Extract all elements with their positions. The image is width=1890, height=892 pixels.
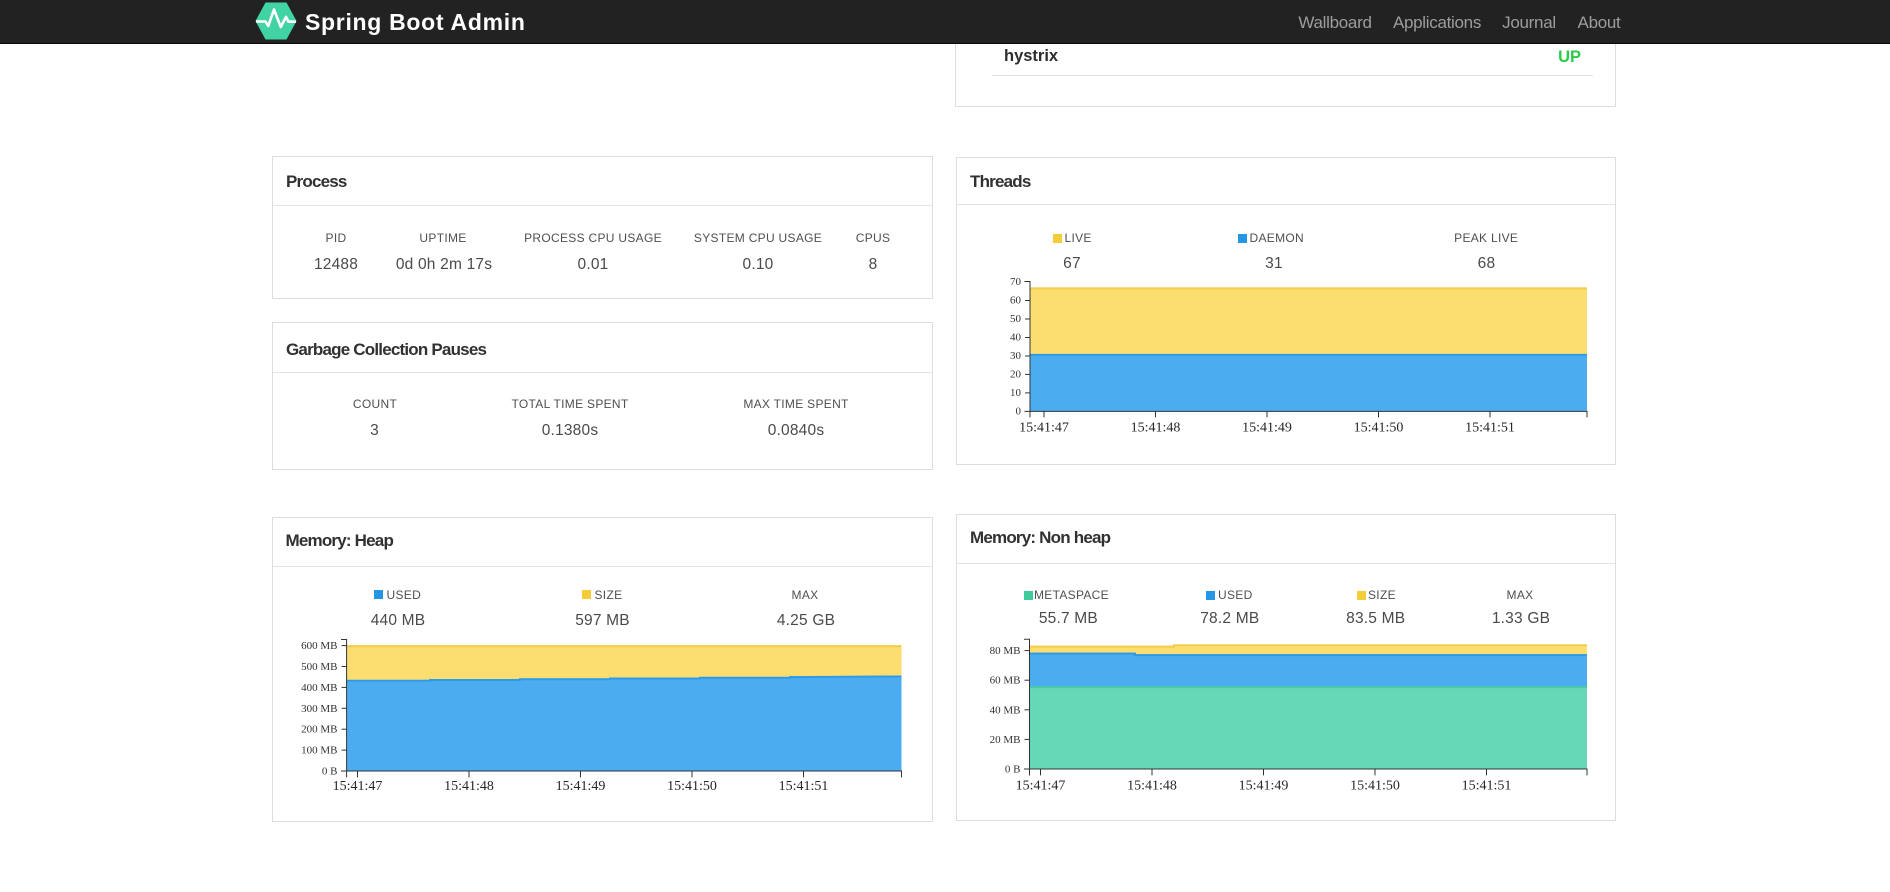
svg-text:15:41:51: 15:41:51 <box>1462 779 1512 794</box>
svg-text:40 MB: 40 MB <box>990 704 1021 716</box>
svg-text:40: 40 <box>1010 332 1022 344</box>
svg-text:15:41:48: 15:41:48 <box>1131 421 1181 436</box>
svg-text:50: 50 <box>1010 313 1022 325</box>
svg-text:15:41:47: 15:41:47 <box>1016 779 1066 794</box>
svg-text:15:41:49: 15:41:49 <box>1239 779 1289 794</box>
svg-text:15:41:48: 15:41:48 <box>1127 779 1177 794</box>
svg-text:15:41:51: 15:41:51 <box>779 779 829 794</box>
svg-text:600 MB: 600 MB <box>301 640 337 652</box>
svg-text:20 MB: 20 MB <box>990 734 1021 746</box>
svg-text:15:41:51: 15:41:51 <box>1465 421 1515 436</box>
svg-text:300 MB: 300 MB <box>301 703 337 715</box>
svg-text:60 MB: 60 MB <box>990 675 1021 687</box>
svg-text:15:41:47: 15:41:47 <box>1019 421 1069 436</box>
svg-text:100 MB: 100 MB <box>301 745 337 757</box>
svg-text:0 B: 0 B <box>1005 764 1021 776</box>
svg-text:0: 0 <box>1016 405 1022 417</box>
svg-text:20: 20 <box>1010 368 1022 380</box>
svg-text:400 MB: 400 MB <box>301 682 337 694</box>
svg-text:80 MB: 80 MB <box>990 645 1021 657</box>
svg-text:15:41:49: 15:41:49 <box>556 779 606 794</box>
svg-text:15:41:50: 15:41:50 <box>1350 779 1400 794</box>
svg-text:15:41:47: 15:41:47 <box>333 779 383 794</box>
svg-text:200 MB: 200 MB <box>301 724 337 736</box>
svg-text:70: 70 <box>1010 276 1022 288</box>
svg-text:30: 30 <box>1010 350 1022 362</box>
svg-text:10: 10 <box>1010 387 1022 399</box>
svg-text:15:41:49: 15:41:49 <box>1242 421 1292 436</box>
svg-text:0 B: 0 B <box>322 766 338 778</box>
svg-text:15:41:50: 15:41:50 <box>1354 421 1404 436</box>
svg-text:500 MB: 500 MB <box>301 661 337 673</box>
svg-text:15:41:48: 15:41:48 <box>444 779 494 794</box>
svg-text:60: 60 <box>1010 295 1022 307</box>
svg-text:15:41:50: 15:41:50 <box>667 779 717 794</box>
